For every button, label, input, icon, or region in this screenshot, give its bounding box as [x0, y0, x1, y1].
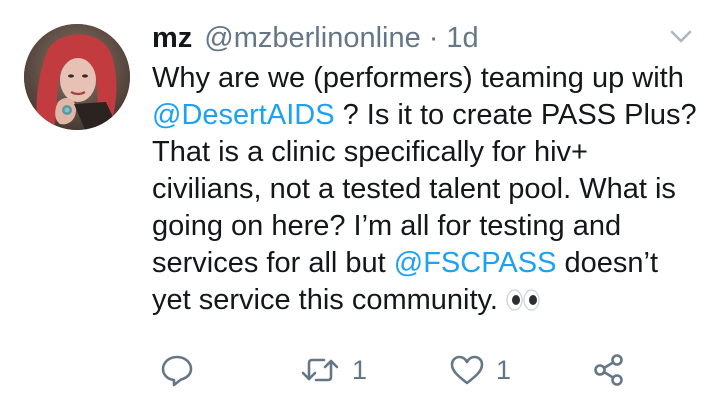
- heart-icon: [450, 355, 484, 385]
- like-button[interactable]: 1: [450, 350, 511, 390]
- share-button[interactable]: [592, 350, 626, 390]
- separator-dot: ·: [428, 22, 439, 54]
- like-count: 1: [496, 355, 512, 385]
- tweet-text-segment: Why are we (performers) teaming up with: [152, 62, 684, 94]
- retweet-icon: [301, 358, 339, 382]
- avatar[interactable]: [24, 24, 130, 130]
- retweet-count: 1: [352, 355, 368, 385]
- mention-link[interactable]: @DesertAIDS: [152, 99, 335, 131]
- tweet-text: Why are we (performers) teaming up with …: [152, 60, 697, 319]
- retweet-button[interactable]: 1: [300, 350, 367, 390]
- tweet-actions: 1 1: [152, 350, 652, 390]
- chevron-down-icon[interactable]: [670, 30, 692, 44]
- user-handle[interactable]: @mzberlinonline: [204, 20, 420, 56]
- share-icon: [594, 354, 623, 386]
- mention-link[interactable]: @FSCPASS: [394, 247, 557, 279]
- timestamp[interactable]: 1d: [446, 20, 478, 56]
- reply-icon: [161, 355, 193, 387]
- reply-button[interactable]: [160, 350, 194, 390]
- display-name[interactable]: mz: [152, 20, 192, 56]
- tweet-header: mz @mzberlinonline · 1d: [152, 20, 479, 56]
- eyes-emoji: [506, 289, 540, 311]
- avatar-image: [24, 24, 130, 130]
- tweet-card: mz @mzberlinonline · 1d Why are we (perf…: [0, 0, 720, 410]
